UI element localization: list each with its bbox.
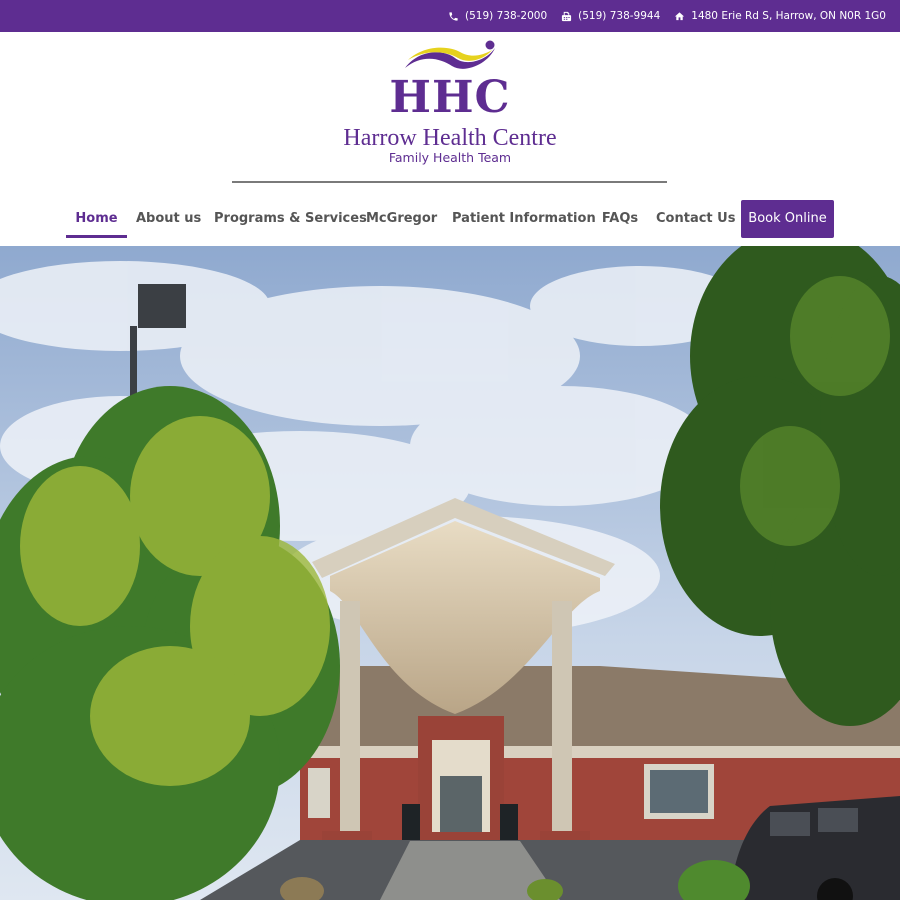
fax-icon: [562, 11, 572, 21]
nav-item-contact[interactable]: Contact Us: [656, 198, 735, 240]
nav-item-about[interactable]: About us: [136, 198, 201, 240]
nav-item-programs[interactable]: Programs & Services: [214, 198, 367, 240]
logo-tagline: Family Health Team: [388, 150, 512, 165]
nav-item-home[interactable]: Home: [66, 198, 127, 240]
logo-initials: HHC: [389, 72, 511, 123]
main-nav: Home About us Programs & Services McGreg…: [0, 198, 900, 244]
health-centre-building-photo: [0, 246, 900, 900]
phone-contact[interactable]: (519) 738-2000: [448, 10, 547, 22]
nav-active-indicator: [66, 235, 127, 238]
fax-contact[interactable]: (519) 738-9944: [561, 10, 660, 22]
logo-name: Harrow Health Centre: [343, 125, 557, 151]
address-contact[interactable]: 1480 Erie Rd S, Harrow, ON N0R 1G0: [674, 10, 886, 22]
address-text: 1480 Erie Rd S, Harrow, ON N0R 1G0: [691, 10, 886, 22]
book-online-button[interactable]: Book Online: [741, 200, 834, 238]
site-logo[interactable]: HHC Harrow Health Centre Family Health T…: [0, 32, 900, 183]
phone-number: (519) 738-2000: [465, 10, 548, 22]
fax-number: (519) 738-9944: [578, 10, 661, 22]
top-contact-bar: (519) 738-2000 (519) 738-9944 1480 Erie …: [0, 0, 900, 32]
hero-image: [0, 246, 900, 900]
phone-icon: [449, 11, 458, 21]
nav-item-mcgregor[interactable]: McGregor: [366, 198, 437, 240]
nav-item-patient-info[interactable]: Patient Information: [452, 198, 596, 240]
home-icon: [675, 11, 685, 20]
nav-item-faqs[interactable]: FAQs: [600, 198, 640, 240]
logo-divider: [232, 181, 667, 183]
